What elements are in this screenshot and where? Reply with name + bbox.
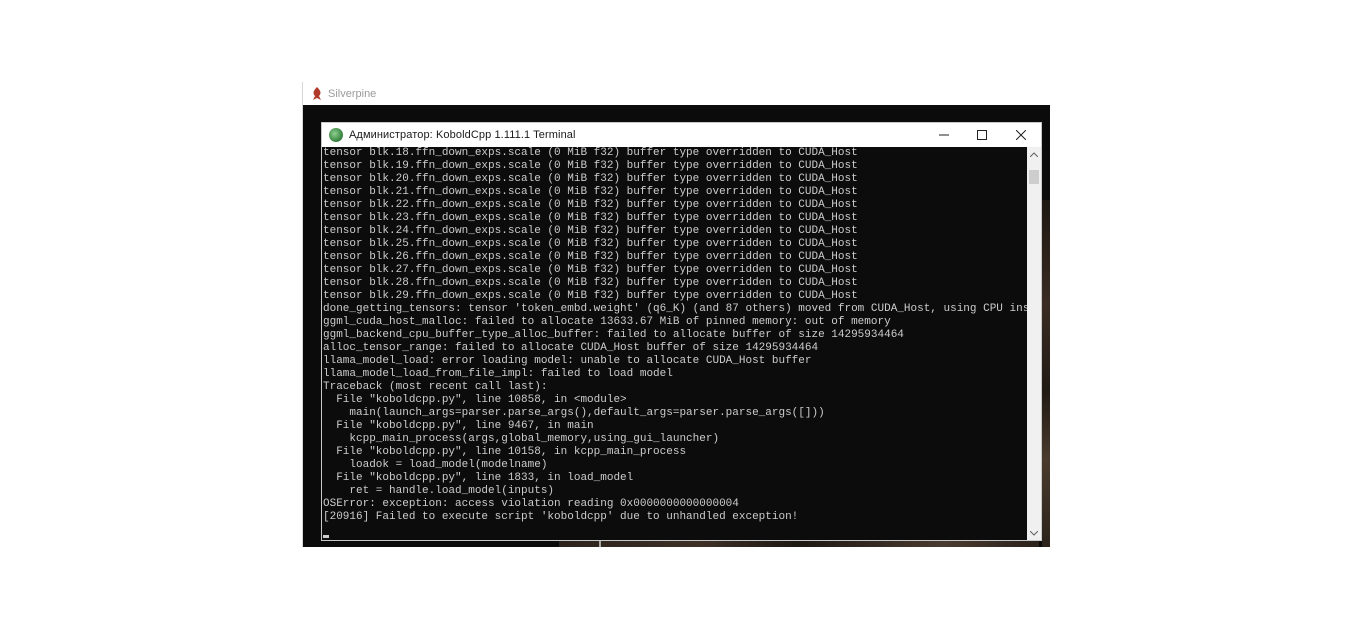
minimize-button[interactable] bbox=[925, 123, 963, 147]
koboldcpp-icon bbox=[329, 128, 343, 142]
terminal-line: ggml_cuda_host_malloc: failed to allocat… bbox=[323, 316, 891, 328]
terminal-line: tensor blk.21.ffn_down_exps.scale (0 MiB… bbox=[323, 186, 858, 198]
terminal-output[interactable]: tensor blk.18.ffn_down_exps.scale (0 MiB… bbox=[322, 147, 1027, 540]
terminal-line: File "koboldcpp.py", line 9467, in main bbox=[323, 420, 594, 432]
terminal-line: tensor blk.18.ffn_down_exps.scale (0 MiB… bbox=[323, 147, 858, 159]
terminal-line: File "koboldcpp.py", line 10158, in kcpp… bbox=[323, 446, 687, 458]
terminal-line: tensor blk.19.ffn_down_exps.scale (0 MiB… bbox=[323, 160, 858, 172]
terminal-line: loadok = load_model(modelname) bbox=[323, 459, 548, 471]
terminal-line: tensor blk.23.ffn_down_exps.scale (0 MiB… bbox=[323, 212, 858, 224]
vertical-scrollbar[interactable] bbox=[1027, 147, 1041, 540]
close-button[interactable] bbox=[1002, 123, 1040, 147]
terminal-log: tensor blk.18.ffn_down_exps.scale (0 MiB… bbox=[322, 147, 1027, 524]
terminal-line: ret = handle.load_model(inputs) bbox=[323, 485, 555, 497]
maximize-icon bbox=[977, 130, 987, 140]
silverpine-app-icon bbox=[313, 86, 321, 100]
terminal-line: alloc_tensor_range: failed to allocate C… bbox=[323, 342, 819, 354]
terminal-window: Администратор: KoboldCpp 1.111.1 Termina… bbox=[322, 123, 1041, 540]
terminal-titlebar[interactable]: Администратор: KoboldCpp 1.111.1 Termina… bbox=[322, 123, 1041, 147]
terminal-line: tensor blk.20.ffn_down_exps.scale (0 MiB… bbox=[323, 173, 858, 185]
chevron-up-icon bbox=[1030, 151, 1038, 157]
close-icon bbox=[1016, 130, 1026, 140]
maximize-button[interactable] bbox=[963, 123, 1001, 147]
scroll-up-button[interactable] bbox=[1027, 147, 1041, 161]
terminal-line: File "koboldcpp.py", line 1833, in load_… bbox=[323, 472, 634, 484]
terminal-line: tensor blk.28.ffn_down_exps.scale (0 MiB… bbox=[323, 277, 858, 289]
terminal-line: tensor blk.27.ffn_down_exps.scale (0 MiB… bbox=[323, 264, 858, 276]
background-app-title: Silverpine bbox=[328, 87, 377, 100]
terminal-line: tensor blk.29.ffn_down_exps.scale (0 MiB… bbox=[323, 290, 858, 302]
terminal-line: tensor blk.22.ffn_down_exps.scale (0 MiB… bbox=[323, 199, 858, 211]
terminal-line: done_getting_tensors: tensor 'token_embd… bbox=[323, 303, 1027, 315]
terminal-line: main(launch_args=parser.parse_args(),def… bbox=[323, 407, 825, 419]
terminal-line: kcpp_main_process(args,global_memory,usi… bbox=[323, 433, 720, 445]
chevron-down-icon bbox=[1030, 530, 1038, 536]
terminal-line: llama_model_load: error loading model: u… bbox=[323, 355, 812, 367]
terminal-line: [20916] Failed to execute script 'kobold… bbox=[323, 511, 799, 523]
scroll-down-button[interactable] bbox=[1027, 526, 1041, 540]
terminal-line: ggml_backend_cpu_buffer_type_alloc_buffe… bbox=[323, 329, 904, 341]
terminal-line: File "koboldcpp.py", line 10858, in <mod… bbox=[323, 394, 627, 406]
terminal-line: tensor blk.25.ffn_down_exps.scale (0 MiB… bbox=[323, 238, 858, 250]
terminal-line: tensor blk.26.ffn_down_exps.scale (0 MiB… bbox=[323, 251, 858, 263]
scrollbar-thumb[interactable] bbox=[1029, 170, 1039, 184]
terminal-cursor bbox=[323, 535, 329, 538]
terminal-line: llama_model_load_from_file_impl: failed … bbox=[323, 368, 673, 380]
terminal-line: Traceback (most recent call last): bbox=[323, 381, 548, 393]
terminal-line: OSError: exception: access violation rea… bbox=[323, 498, 739, 510]
minimize-icon bbox=[939, 134, 949, 136]
terminal-line: tensor blk.24.ffn_down_exps.scale (0 MiB… bbox=[323, 225, 858, 237]
background-app-titlebar[interactable]: Silverpine bbox=[303, 82, 1050, 105]
terminal-title: Администратор: KoboldCpp 1.111.1 Termina… bbox=[349, 129, 576, 141]
background-image-strip bbox=[1042, 200, 1050, 547]
